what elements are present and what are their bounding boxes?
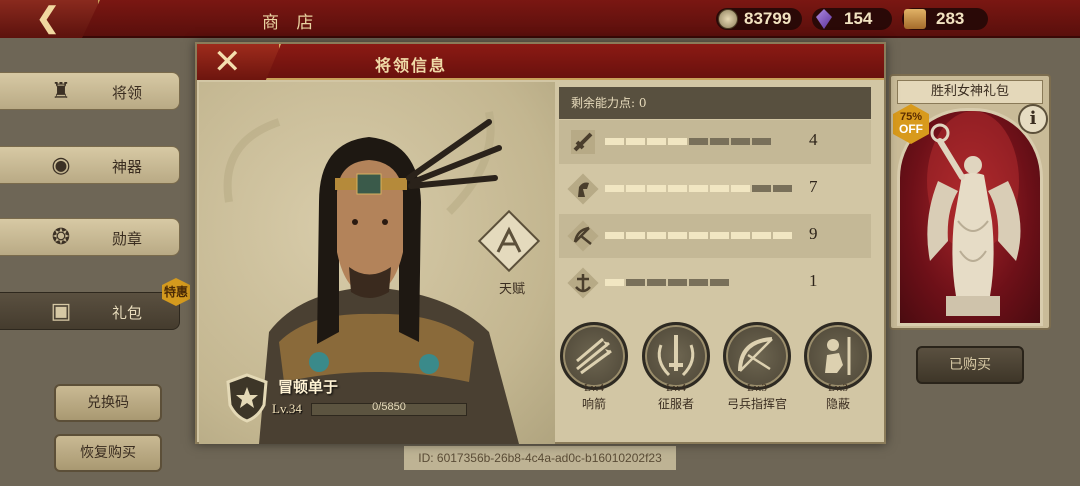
talent-icon[interactable]: [476, 208, 542, 274]
close-button[interactable]: ✕: [197, 44, 281, 80]
back-arrow-icon: ❮: [36, 1, 60, 34]
stat-segment: [752, 138, 771, 145]
horse-icon: [567, 173, 599, 205]
stat-row-archer: 9: [559, 214, 871, 258]
gem-counter[interactable]: 154: [812, 8, 892, 30]
stat-segment: [605, 279, 624, 286]
gem-icon: [816, 9, 832, 29]
stat-row-navy: 1: [559, 261, 871, 305]
spartan-helmet-icon: ♜: [51, 79, 71, 104]
info-button[interactable]: i: [1018, 104, 1048, 134]
sidebar-item-generals[interactable]: ♜ 将领: [0, 72, 180, 110]
general-level: Lv.34: [272, 401, 302, 416]
stat-segment: [752, 185, 771, 192]
statue-illustration: [927, 111, 1021, 316]
stat-segment: [626, 185, 645, 192]
close-x-icon: ✕: [213, 42, 242, 82]
stat-value: 1: [809, 271, 818, 290]
stat-segment: [710, 232, 729, 239]
remaining-points: 剩余能力点: 0: [559, 87, 871, 119]
stat-value: 7: [809, 177, 818, 196]
stat-segment: [668, 185, 687, 192]
laurel-sword-icon: [642, 322, 710, 390]
stat-segment: [689, 138, 708, 145]
stat-segment: [731, 185, 750, 192]
victory-goddess-image: [897, 108, 1043, 326]
ticket-icon: [904, 9, 926, 29]
stat-segment: [605, 185, 624, 192]
stat-segment: [773, 232, 792, 239]
ticket-counter[interactable]: 283: [902, 8, 988, 30]
dialog-header: ✕ 将领信息: [197, 44, 884, 80]
stat-segment: [605, 138, 624, 145]
stat-segment: [626, 232, 645, 239]
eye-of-horus-icon: ◉: [51, 153, 71, 178]
redeem-code-button[interactable]: 兑换码: [54, 384, 162, 422]
stat-segment: [731, 138, 750, 145]
stat-segment: [689, 232, 708, 239]
stat-value: 9: [809, 224, 818, 243]
gift-pack-title: 胜利女神礼包: [897, 80, 1043, 104]
skill-concealment[interactable]: Lv.3 隐蔽: [804, 322, 872, 411]
stat-segment: [710, 138, 729, 145]
chest-icon: ▣: [50, 299, 72, 324]
stat-segment: [647, 232, 666, 239]
coin-icon: [718, 9, 738, 29]
stat-segment: [710, 279, 729, 286]
stat-row-cavalry: 7: [559, 167, 871, 211]
stat-segment: [626, 279, 645, 286]
purchased-button[interactable]: 已购买: [916, 346, 1024, 384]
stat-segment: [752, 232, 771, 239]
sidebar-item-packs[interactable]: ▣ 礼包: [0, 292, 180, 330]
stat-segment: [689, 185, 708, 192]
back-button[interactable]: ❮: [0, 0, 100, 38]
talent-label: 天赋: [499, 282, 526, 297]
bow-icon: [567, 220, 599, 252]
hidden-soldier-icon: [804, 322, 872, 390]
page-title: 商 店: [262, 13, 320, 33]
stat-segment: [689, 279, 708, 286]
stat-segment: [668, 279, 687, 286]
rank-shield-icon: [226, 373, 268, 423]
skill-conqueror[interactable]: Lv.4 征服者: [642, 322, 710, 411]
stat-segment: [668, 232, 687, 239]
stat-segment: [668, 138, 687, 145]
top-bar: ❮ 商 店 83799 154 283: [0, 0, 1080, 38]
stat-segment: [731, 232, 750, 239]
stat-segment: [605, 232, 624, 239]
stat-segment: [647, 185, 666, 192]
skill-whistling-arrows[interactable]: Lv.4 响箭: [560, 322, 628, 411]
sidebar-item-artifacts[interactable]: ◉ 神器: [0, 146, 180, 184]
sidebar-item-medals[interactable]: ❂ 勋章: [0, 218, 180, 256]
stat-row-infantry: 4: [559, 120, 871, 164]
coin-counter[interactable]: 83799: [716, 8, 802, 30]
stat-segment: [647, 138, 666, 145]
skill-archer-commander[interactable]: Lv.3 弓兵指挥官: [723, 322, 791, 411]
sword-icon: [571, 130, 595, 154]
xp-progress-text: 0/5850: [372, 401, 406, 413]
stat-segment: [626, 138, 645, 145]
stat-value: 4: [809, 130, 818, 149]
player-id: ID: 6017356b-26b8-4c4a-ad0c-b16010202f23: [404, 446, 676, 470]
stat-segment: [647, 279, 666, 286]
eagle-medal-icon: ❂: [51, 225, 71, 250]
general-name: 冒顿单于: [278, 378, 339, 396]
restore-purchase-button[interactable]: 恢复购买: [54, 434, 162, 472]
dialog-title: 将领信息: [375, 56, 448, 75]
anchor-icon: [567, 267, 599, 299]
stat-segment: [773, 185, 792, 192]
bow-arrow-icon: [723, 322, 791, 390]
whistling-arrows-icon: [560, 322, 628, 390]
stat-segment: [710, 185, 729, 192]
